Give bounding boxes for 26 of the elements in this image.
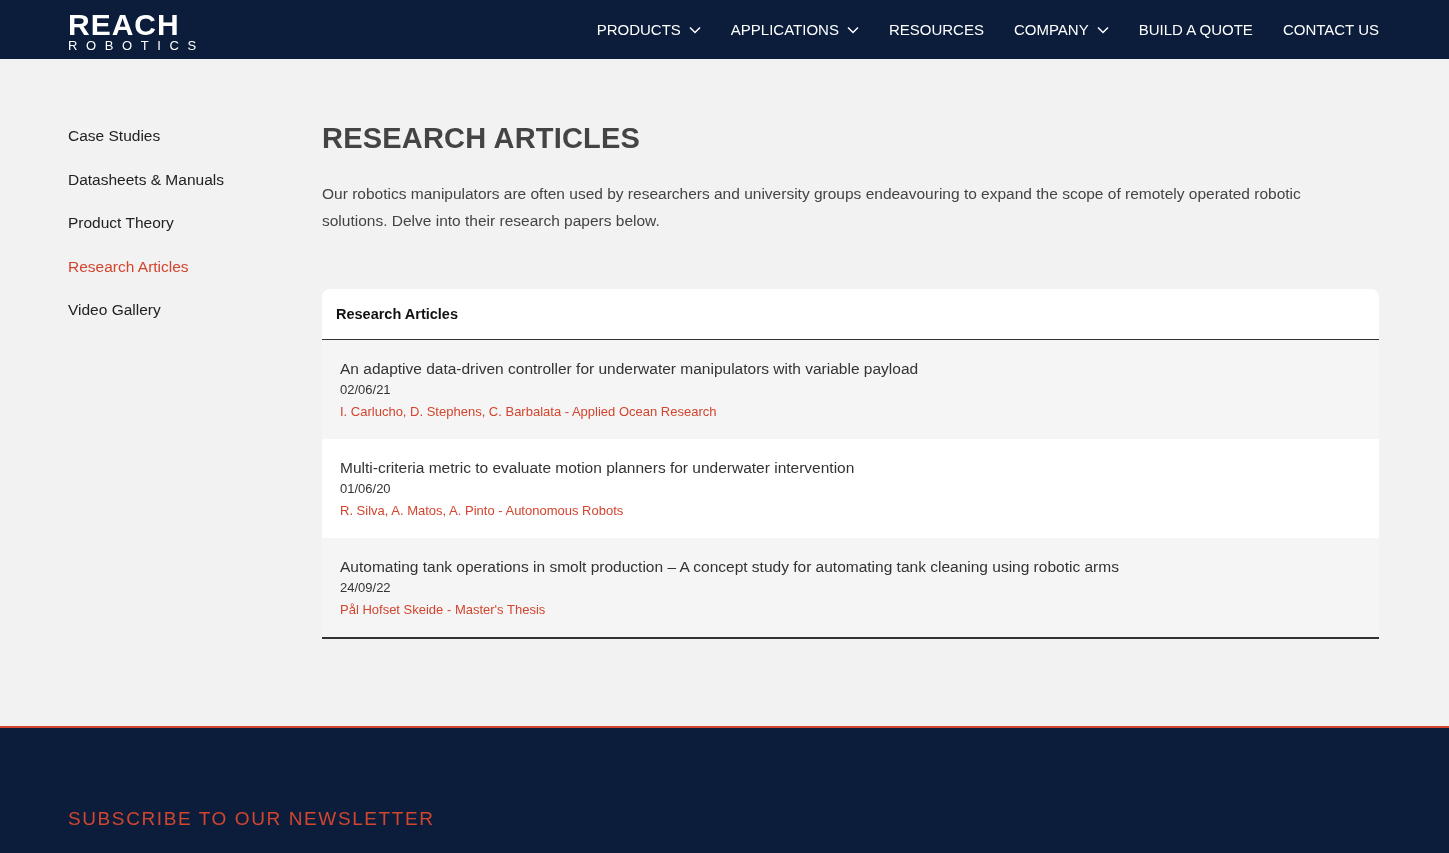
nav-link[interactable]: BUILD A QUOTE [1123, 21, 1268, 38]
nav-link[interactable]: CONTACT US [1267, 21, 1379, 38]
sidebar-link[interactable]: Product Theory [68, 213, 174, 257]
logo-subtitle: ROBOTICS [68, 38, 205, 53]
article-source-link[interactable]: R. Silva, A. Matos, A. Pinto - Autonomous Robots [340, 503, 624, 519]
sidebar-link[interactable]: Video Gallery [68, 300, 161, 344]
sidebar-link[interactable]: Research Articles [68, 256, 189, 300]
nav-link[interactable]: PRODUCTS [581, 21, 716, 38]
article-source-link[interactable]: I. Carlucho, D. Stephens, C. Barbalata - Applied Ocean Research [340, 404, 717, 420]
article-date: 24/09/22 [340, 580, 391, 596]
article-date: 02/06/21 [340, 382, 391, 398]
page-title: RESEARCH ARTICLES [322, 121, 642, 155]
intro-paragraph: Our robotics manipulators are often used by researchers and university groups endeavouring to expand the scope of remotely operated robotic solutions. Delve into their research papers below. [322, 184, 1302, 231]
article-source-link[interactable]: Pål Hofset Skeide - Master's Thesis [340, 602, 546, 618]
article-title: An adaptive data-driven controller for underwater manipulators with variable payload [340, 359, 919, 379]
nav-link[interactable]: APPLICATIONS [715, 21, 874, 38]
sidebar-link[interactable]: Datasheets & Manuals [68, 169, 224, 213]
nav-link[interactable]: RESOURCES [873, 21, 999, 38]
nav-link[interactable]: COMPANY [998, 21, 1124, 38]
article-date: 01/06/20 [340, 481, 391, 497]
article-title: Multi-criteria metric to evaluate motion planners for underwater intervention [340, 458, 855, 478]
newsletter-heading: SUBSCRIBE TO OUR NEWSLETTER [68, 807, 436, 831]
logo-wordmark: REACH [68, 10, 180, 39]
article-title: Automating tank operations in smolt production – A concept study for automating tank cleaning using robotic arms [340, 557, 1119, 577]
logo-link[interactable]: REACH ROBOTICS [68, 6, 205, 53]
sidebar-link[interactable]: Case Studies [68, 126, 161, 170]
